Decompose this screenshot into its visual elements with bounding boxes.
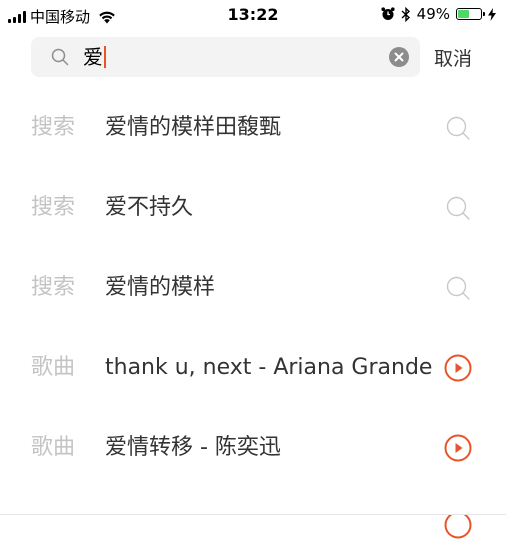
search-input[interactable]: 爱 bbox=[31, 37, 420, 77]
suggestion-kind: 搜索 bbox=[31, 115, 76, 140]
cancel-button[interactable]: 取消 bbox=[434, 44, 472, 71]
search-query[interactable]: 爱 bbox=[83, 45, 106, 69]
suggestion-kind: 歌曲 bbox=[31, 355, 76, 380]
search-icon bbox=[51, 48, 69, 66]
suggestion-text: 爱情转移 - 陈奕迅 bbox=[105, 435, 281, 460]
play-icon[interactable] bbox=[444, 354, 472, 382]
alarm-icon bbox=[381, 7, 395, 20]
status-bar: 中国移动 13:22 49% bbox=[0, 0, 506, 30]
suggestion-text: thank u, next - Ariana Grande bbox=[105, 355, 433, 380]
suggestion-kind: 搜索 bbox=[31, 275, 76, 300]
suggestion-row[interactable]: 歌曲 爱情转移 - 陈奕迅 bbox=[0, 408, 506, 488]
suggestion-kind: 搜索 bbox=[31, 195, 76, 220]
suggestion-text: 爱情的模样 bbox=[105, 275, 216, 300]
suggestion-row[interactable]: 搜索 爱情的模样田馥甄 bbox=[0, 88, 506, 168]
suggestion-text: 爱不持久 bbox=[105, 195, 194, 220]
battery-percent: 49% bbox=[416, 5, 450, 23]
suggestion-row[interactable]: 搜索 爱情的模样 bbox=[0, 248, 506, 328]
suggestion-text: 爱情的模样田馥甄 bbox=[105, 115, 282, 140]
next-row-peek bbox=[0, 515, 506, 545]
play-icon[interactable] bbox=[444, 515, 472, 539]
search-icon[interactable] bbox=[444, 194, 472, 222]
play-icon[interactable] bbox=[444, 434, 472, 462]
battery-icon bbox=[456, 8, 485, 20]
clear-icon[interactable] bbox=[389, 47, 409, 67]
search-icon[interactable] bbox=[444, 114, 472, 142]
battery-fill bbox=[458, 10, 469, 18]
bluetooth-icon bbox=[401, 6, 410, 22]
text-caret bbox=[104, 46, 106, 68]
suggestion-row[interactable]: 搜索 爱不持久 bbox=[0, 168, 506, 248]
search-icon[interactable] bbox=[444, 274, 472, 302]
suggestion-list: 搜索 爱情的模样田馥甄 搜索 爱不持久 搜索 爱情的模样 歌曲 thank u,… bbox=[0, 88, 506, 488]
search-query-text: 爱 bbox=[83, 45, 103, 69]
charging-icon bbox=[488, 7, 496, 21]
suggestion-kind: 歌曲 bbox=[31, 435, 76, 460]
suggestion-row[interactable]: 歌曲 thank u, next - Ariana Grande bbox=[0, 328, 506, 408]
status-right: 49% bbox=[381, 5, 496, 23]
